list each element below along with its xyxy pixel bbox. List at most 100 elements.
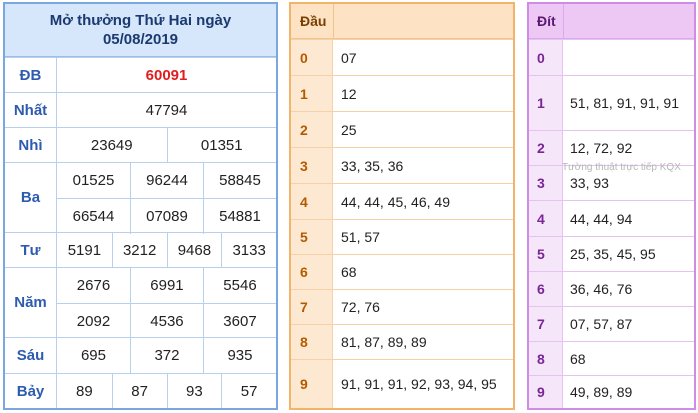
head-digit: 7 xyxy=(291,290,333,324)
prize-number: 2092 xyxy=(76,313,111,330)
head-row: 2 25 xyxy=(291,111,513,147)
tail-row: 4 44, 44, 94 xyxy=(529,200,694,236)
head-numbers: 68 xyxy=(341,264,357,280)
prize-row-fourth: Tư 5191 3212 9468 3133 xyxy=(5,232,276,267)
prize-number: 9468 xyxy=(166,233,222,267)
lottery-results-table: Mở thưởng Thứ Hai ngày 05/08/2019 ĐB 600… xyxy=(3,2,278,410)
prize-row-seventh: Bảy 89 87 93 57 xyxy=(5,373,276,408)
tail-digit: 9 xyxy=(529,376,563,408)
tail-numbers: 36, 46, 76 xyxy=(570,281,633,297)
tail-row: 7 07, 57, 87 xyxy=(529,306,694,341)
tail-digit: 5 xyxy=(529,237,563,271)
head-row: 3 33, 35, 36 xyxy=(291,147,513,183)
head-row: 5 51, 57 xyxy=(291,219,513,254)
head-digit: 4 xyxy=(291,184,333,219)
head-numbers: 72, 76 xyxy=(341,299,380,315)
head-digit: 1 xyxy=(291,76,333,111)
prize-number: 57 xyxy=(221,374,276,408)
results-draw-date: 05/08/2019 xyxy=(102,31,179,48)
tail-digit: 7 xyxy=(529,307,563,341)
tail-table-header: Đít xyxy=(529,4,694,39)
prize-number: 01525 xyxy=(72,172,115,189)
head-row: 9 91, 91, 91, 92, 93, 94, 95 xyxy=(291,359,513,408)
prize-number: 07089 xyxy=(129,199,203,234)
head-numbers: 44, 44, 45, 46, 49 xyxy=(341,193,450,210)
head-row: 6 68 xyxy=(291,254,513,289)
tail-numbers: 07, 57, 87 xyxy=(570,316,633,332)
prize-number: 372 xyxy=(129,338,203,373)
prize-number: 89 xyxy=(76,382,93,400)
results-title-line1: Mở thưởng Thứ Hai ngày xyxy=(49,12,232,29)
head-digit: 0 xyxy=(291,40,333,75)
tail-digit: 8 xyxy=(529,342,563,375)
prize-number: 5191 xyxy=(67,241,102,259)
tail-numbers: 49, 89, 89 xyxy=(570,384,633,400)
prize-number: 66544 xyxy=(72,208,115,225)
tail-row: 5 25, 35, 45, 95 xyxy=(529,236,694,271)
prize-row-third: Ba 01525 96244 58845 66544 07089 54881 xyxy=(5,162,276,234)
tail-digit-table: Đít 0 1 51, 81, 91, 91, 91 2 12, 72, 92 3 3… xyxy=(527,2,696,410)
tail-digit: 1 xyxy=(529,76,563,130)
prize-number: 5546 xyxy=(202,268,276,303)
head-numbers: 33, 35, 36 xyxy=(341,157,404,174)
prize-row-special: ĐB 60091 xyxy=(5,57,276,92)
tail-numbers: 51, 81, 91, 91, 91 xyxy=(570,95,679,111)
prize-number: 58845 xyxy=(202,163,276,198)
head-numbers: 12 xyxy=(341,85,357,102)
tail-numbers xyxy=(563,40,694,75)
prize-number: 3607 xyxy=(202,304,276,339)
head-numbers: 81, 87, 89, 89 xyxy=(341,334,427,350)
tail-numbers: 12, 72, 92 xyxy=(570,140,633,156)
prize-number: 695 xyxy=(80,347,106,364)
prize-label: Ba xyxy=(5,163,57,232)
prize-number: 01351 xyxy=(166,128,277,162)
head-digit: 8 xyxy=(291,325,333,359)
prize-number: 93 xyxy=(166,374,222,408)
tail-row: 6 36, 46, 76 xyxy=(529,271,694,306)
prize-label: Nhì xyxy=(5,128,57,162)
tail-row: 2 12, 72, 92 xyxy=(529,130,694,165)
tail-numbers: 44, 44, 94 xyxy=(570,210,633,227)
prize-number: 54881 xyxy=(202,199,276,234)
prize-number: 47794 xyxy=(145,101,188,119)
prize-number: 3212 xyxy=(111,233,167,267)
head-digit: 3 xyxy=(291,148,333,183)
prize-row-first: Nhất 47794 xyxy=(5,92,276,127)
watermark-text: Tường thuật trực tiếp KQX xyxy=(562,162,681,173)
tail-numbers: 68 xyxy=(570,350,586,367)
tail-header-label: Đít xyxy=(537,13,556,29)
head-digit: 2 xyxy=(291,112,333,147)
prize-label: Năm xyxy=(5,268,57,337)
head-numbers: 07 xyxy=(341,49,357,66)
prize-row-sixth: Sáu 695 372 935 xyxy=(5,337,276,373)
head-row: 1 12 xyxy=(291,75,513,111)
head-digit: 6 xyxy=(291,255,333,289)
tail-row: 0 xyxy=(529,39,694,75)
head-table-header: Đầu xyxy=(291,4,513,39)
head-digit: 5 xyxy=(291,220,333,254)
special-prize-number: 60091 xyxy=(145,66,188,84)
tail-row: 8 68 xyxy=(529,341,694,375)
head-header-label: Đầu xyxy=(300,13,327,29)
prize-number: 87 xyxy=(111,374,167,408)
prize-number: 96244 xyxy=(129,163,203,198)
head-row: 7 72, 76 xyxy=(291,289,513,324)
prize-label: Sáu xyxy=(5,338,57,373)
prize-number: 3133 xyxy=(221,233,276,267)
tail-numbers: 25, 35, 45, 95 xyxy=(570,246,656,262)
tail-digit: 2 xyxy=(529,131,563,165)
prize-label: Bảy xyxy=(5,374,57,408)
tail-row: 1 51, 81, 91, 91, 91 xyxy=(529,75,694,130)
prize-number: 2676 xyxy=(76,277,111,294)
tail-digit: 3 xyxy=(529,166,563,200)
head-digit-table: Đầu 0 07 1 12 2 25 3 33, 35, 36 4 44, 44, 45,… xyxy=(289,2,515,410)
head-numbers: 51, 57 xyxy=(341,229,380,245)
prize-row-second: Nhì 23649 01351 xyxy=(5,127,276,162)
head-row: 0 07 xyxy=(291,39,513,75)
prize-number: 23649 xyxy=(90,136,133,154)
tail-digit: 6 xyxy=(529,272,563,306)
tail-digit: 0 xyxy=(529,40,563,75)
prize-number: 4536 xyxy=(129,304,203,339)
results-title: Mở thưởng Thứ Hai ngày 05/08/2019 xyxy=(5,4,276,57)
head-row: 8 81, 87, 89, 89 xyxy=(291,324,513,359)
